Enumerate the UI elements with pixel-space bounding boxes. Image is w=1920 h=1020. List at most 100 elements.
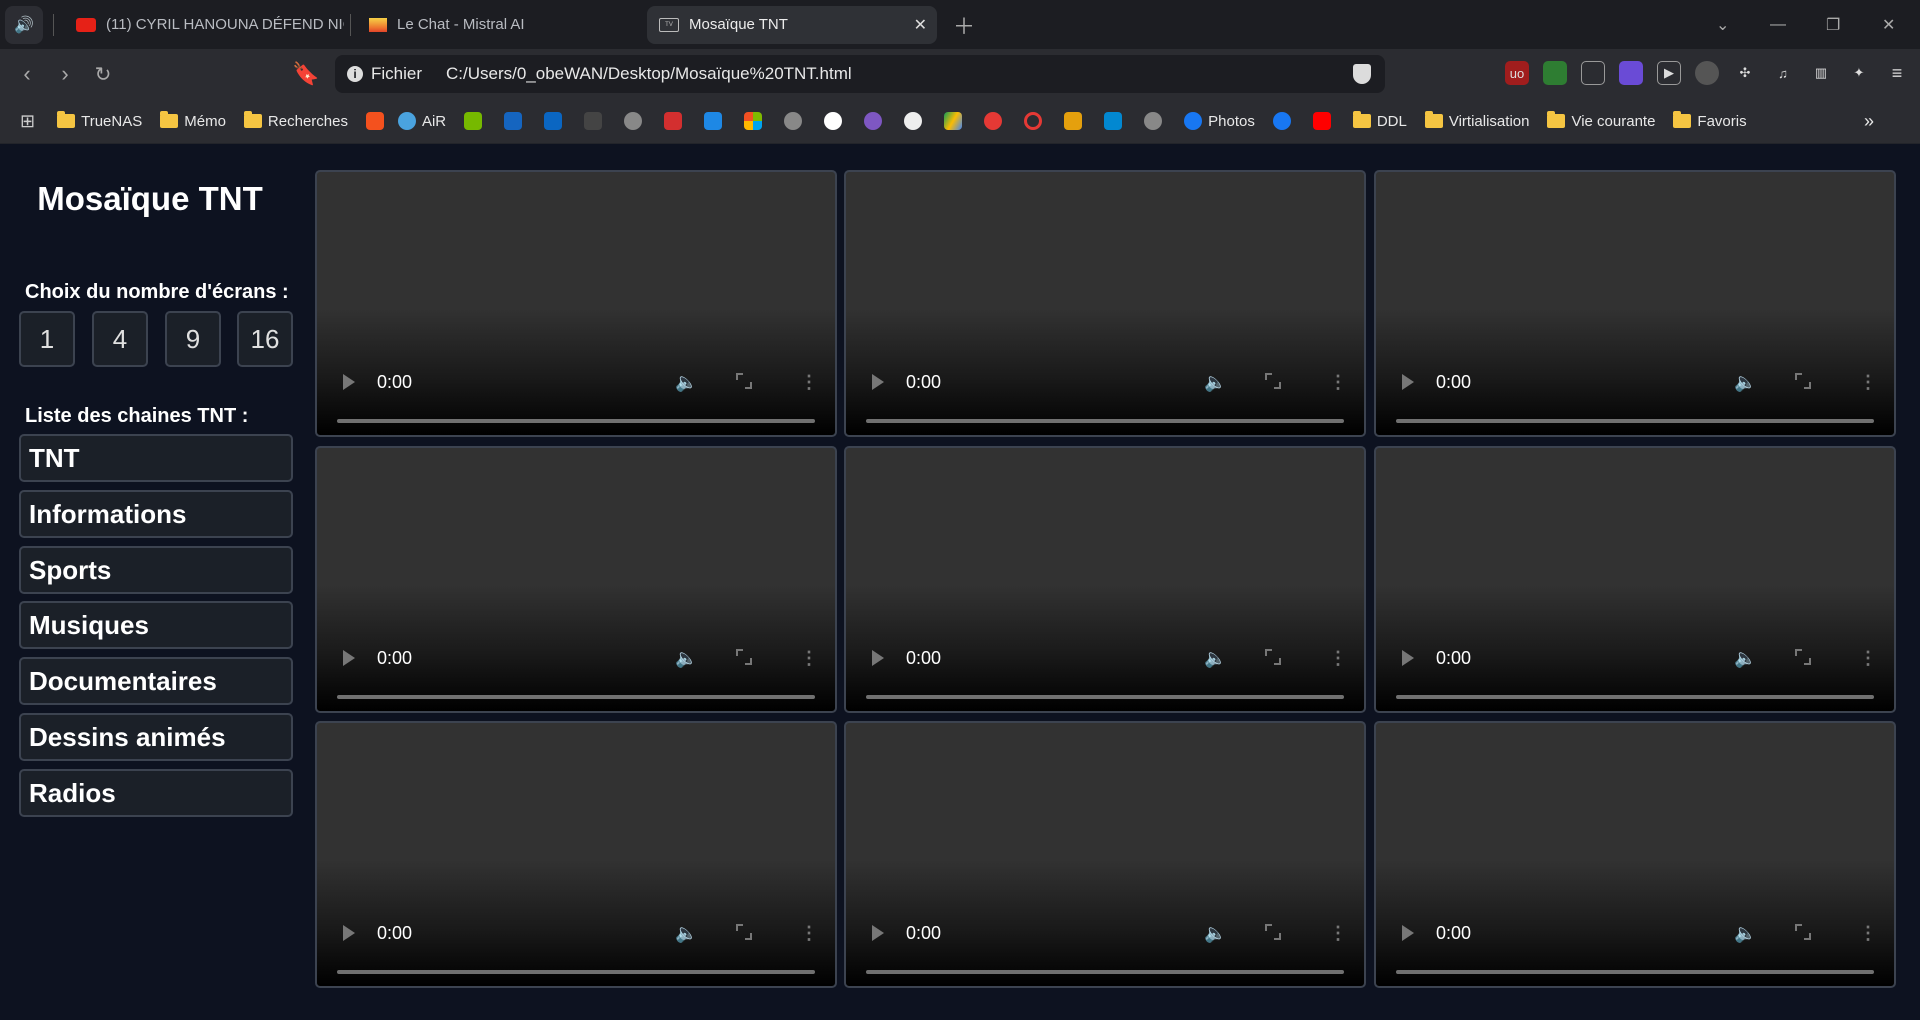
fullscreen-icon[interactable] bbox=[1265, 649, 1281, 665]
site-icon[interactable] bbox=[1104, 112, 1123, 130]
reload-icon[interactable]: ↻ bbox=[84, 62, 122, 87]
tab-youtube[interactable]: (11) CYRIL HANOUNA DÉFEND NICO bbox=[64, 6, 344, 44]
fullscreen-icon[interactable] bbox=[736, 649, 752, 665]
apps-grid-icon[interactable]: ⊞ bbox=[20, 111, 35, 132]
screens-9-button[interactable]: 9 bbox=[165, 311, 221, 367]
close-window-icon[interactable]: ✕ bbox=[1882, 0, 1895, 49]
info-icon[interactable]: i bbox=[347, 66, 363, 82]
extension-icon[interactable] bbox=[1543, 61, 1567, 85]
volume-icon[interactable]: 🔈 bbox=[1204, 923, 1226, 944]
bookmark-air[interactable]: AiR bbox=[397, 112, 446, 130]
plex-icon[interactable] bbox=[1064, 112, 1083, 130]
back-icon[interactable]: ‹ bbox=[8, 61, 46, 87]
youtube-icon[interactable] bbox=[1312, 112, 1331, 130]
ublock-icon[interactable]: uo bbox=[1505, 61, 1529, 85]
progress-bar[interactable] bbox=[866, 970, 1344, 974]
progress-bar[interactable] bbox=[337, 970, 815, 974]
play-icon[interactable] bbox=[872, 925, 884, 941]
progress-bar[interactable] bbox=[337, 695, 815, 699]
bookmark-favoris[interactable]: Favoris bbox=[1673, 111, 1747, 130]
more-bookmarks-icon[interactable]: » bbox=[1864, 111, 1874, 132]
new-tab-icon[interactable]: ＋ bbox=[953, 9, 975, 41]
menu-icon[interactable]: ≡ bbox=[1885, 61, 1909, 85]
site-icon[interactable] bbox=[365, 112, 384, 130]
bookmark-vie-courante[interactable]: Vie courante bbox=[1547, 111, 1655, 130]
progress-bar[interactable] bbox=[337, 419, 815, 423]
channel-sports-button[interactable]: Sports bbox=[19, 546, 293, 594]
bookmark-recherches[interactable]: Recherches bbox=[243, 111, 348, 130]
play-icon[interactable] bbox=[1402, 650, 1414, 666]
site-icon[interactable] bbox=[704, 112, 723, 130]
globe-icon[interactable] bbox=[784, 112, 803, 130]
play-icon[interactable] bbox=[343, 650, 355, 666]
more-options-icon[interactable]: ⋮ bbox=[1329, 372, 1347, 393]
fullscreen-icon[interactable] bbox=[736, 373, 752, 389]
video-player[interactable]: 0:00 🔈 ⋮ bbox=[1374, 446, 1896, 713]
openai-icon[interactable] bbox=[904, 112, 923, 130]
volume-icon[interactable]: 🔈 bbox=[1734, 648, 1756, 669]
audio-icon[interactable]: 🔊 bbox=[5, 5, 43, 44]
more-options-icon[interactable]: ⋮ bbox=[800, 372, 818, 393]
more-options-icon[interactable]: ⋮ bbox=[1859, 372, 1877, 393]
channel-tnt-button[interactable]: TNT bbox=[19, 434, 293, 482]
video-player[interactable]: 0:00 🔈 ⋮ bbox=[844, 446, 1366, 713]
bookmark-truenas[interactable]: TrueNAS bbox=[57, 111, 142, 130]
tab-list-chevron-icon[interactable]: ⌄ bbox=[1716, 0, 1729, 49]
nvidia-icon[interactable] bbox=[464, 112, 483, 130]
more-options-icon[interactable]: ⋮ bbox=[1859, 648, 1877, 669]
channel-dessins-animes-button[interactable]: Dessins animés bbox=[19, 713, 293, 761]
bookmark-photos[interactable]: Photos bbox=[1184, 112, 1255, 130]
video-player[interactable]: 0:00 🔈 ⋮ bbox=[1374, 721, 1896, 988]
extension-icon[interactable] bbox=[1581, 61, 1605, 85]
fullscreen-icon[interactable] bbox=[736, 924, 752, 940]
channel-musiques-button[interactable]: Musiques bbox=[19, 601, 293, 649]
volume-icon[interactable]: 🔈 bbox=[1734, 923, 1756, 944]
google-icon[interactable] bbox=[824, 112, 843, 130]
screens-16-button[interactable]: 16 bbox=[237, 311, 293, 367]
play-icon[interactable] bbox=[343, 374, 355, 390]
play-icon[interactable] bbox=[1402, 374, 1414, 390]
bookmark-virtualisation[interactable]: Virtialisation bbox=[1424, 111, 1529, 130]
play-icon[interactable] bbox=[1402, 925, 1414, 941]
site-icon[interactable] bbox=[1024, 112, 1043, 130]
bookmark-page-icon[interactable]: 🔖 bbox=[287, 61, 325, 87]
site-icon[interactable] bbox=[504, 112, 523, 130]
fullscreen-icon[interactable] bbox=[1795, 373, 1811, 389]
tab-mistral[interactable]: Le Chat - Mistral AI bbox=[357, 6, 647, 44]
address-bar[interactable]: i Fichier C:/Users/0_obeWAN/Desktop/Mosa… bbox=[335, 55, 1385, 93]
volume-icon[interactable]: 🔈 bbox=[675, 372, 697, 393]
video-player[interactable]: 0:00 🔈 ⋮ bbox=[315, 721, 837, 988]
restore-icon[interactable]: ❐ bbox=[1826, 0, 1840, 49]
channel-documentaires-button[interactable]: Documentaires bbox=[19, 657, 293, 705]
close-tab-icon[interactable]: ✕ bbox=[914, 15, 927, 35]
sidebar-toggle-icon[interactable]: ▥ bbox=[1809, 61, 1833, 85]
fullscreen-icon[interactable] bbox=[1795, 649, 1811, 665]
progress-bar[interactable] bbox=[1396, 419, 1874, 423]
facebook-icon[interactable] bbox=[1272, 112, 1291, 130]
more-options-icon[interactable]: ⋮ bbox=[1329, 923, 1347, 944]
more-options-icon[interactable]: ⋮ bbox=[1329, 648, 1347, 669]
channel-radios-button[interactable]: Radios bbox=[19, 769, 293, 817]
fullscreen-icon[interactable] bbox=[1795, 924, 1811, 940]
ai-icon[interactable]: ✦ bbox=[1847, 61, 1871, 85]
play-icon[interactable] bbox=[872, 374, 884, 390]
volume-icon[interactable]: 🔈 bbox=[1734, 372, 1756, 393]
video-player[interactable]: 0:00 🔈 ⋮ bbox=[1374, 170, 1896, 437]
more-options-icon[interactable]: ⋮ bbox=[800, 923, 818, 944]
extension-icon[interactable] bbox=[1695, 61, 1719, 85]
volume-icon[interactable]: 🔈 bbox=[675, 923, 697, 944]
more-options-icon[interactable]: ⋮ bbox=[1859, 923, 1877, 944]
progress-bar[interactable] bbox=[866, 695, 1344, 699]
play-icon[interactable] bbox=[343, 925, 355, 941]
fullscreen-icon[interactable] bbox=[1265, 924, 1281, 940]
site-icon[interactable] bbox=[864, 112, 883, 130]
video-player[interactable]: 0:00 🔈 ⋮ bbox=[315, 446, 837, 713]
screens-1-button[interactable]: 1 bbox=[19, 311, 75, 367]
fullscreen-icon[interactable] bbox=[1265, 373, 1281, 389]
channel-informations-button[interactable]: Informations bbox=[19, 490, 293, 538]
linkedin-icon[interactable] bbox=[544, 112, 563, 130]
more-options-icon[interactable]: ⋮ bbox=[800, 648, 818, 669]
progress-bar[interactable] bbox=[1396, 970, 1874, 974]
volume-icon[interactable]: 🔈 bbox=[675, 648, 697, 669]
tab-mosaique[interactable]: TV Mosaïque TNT ✕ bbox=[647, 5, 937, 44]
